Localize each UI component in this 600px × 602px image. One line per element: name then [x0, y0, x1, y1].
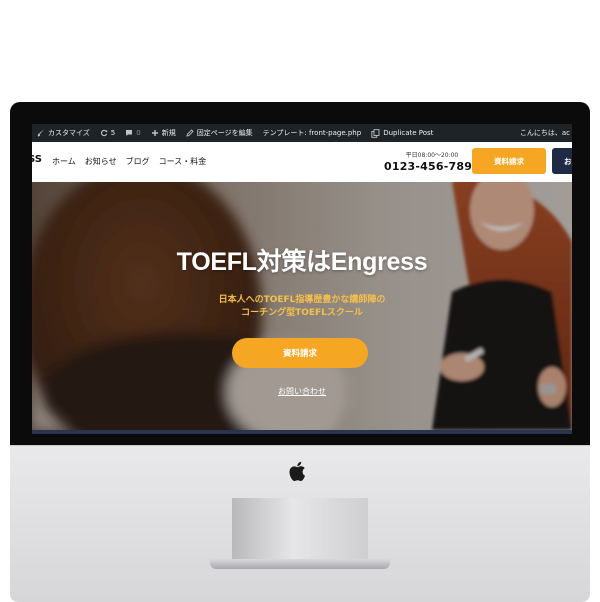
- hero-bottom-strip: [32, 430, 572, 434]
- admin-bar-duplicate-label: Duplicate Post: [383, 129, 434, 137]
- header-contact-button[interactable]: お: [552, 148, 572, 174]
- admin-bar-greeting: こんにちは、ac: [519, 129, 570, 137]
- admin-bar-customize[interactable]: カスタマイズ: [32, 124, 95, 142]
- nav-item-news[interactable]: お知らせ: [85, 156, 117, 167]
- hero-subtitle-line-1: 日本人へのTOEFL指導歴豊かな講師陣の: [218, 295, 386, 305]
- admin-bar-account[interactable]: こんにちは、ac: [520, 124, 572, 142]
- pencil-icon: [186, 129, 194, 137]
- nav-item-courses[interactable]: コース・料金: [159, 156, 207, 167]
- nav-item-blog[interactable]: ブログ: [126, 156, 150, 167]
- hero-contact-link[interactable]: お問い合わせ: [32, 386, 572, 397]
- header-contact: 平日08:00〜20:00 0123-456-7890: [384, 150, 480, 173]
- admin-bar-template-label: テンプレート: front-page.php: [262, 129, 362, 137]
- screen: カスタマイズ 5 0 新規 固定ページを編集 テンプレート: front-pag…: [32, 124, 572, 434]
- plus-icon: [151, 130, 158, 136]
- admin-bar-new[interactable]: 新規: [146, 124, 181, 142]
- hero-title: TOEFL対策はEngress: [176, 248, 428, 276]
- imac-stand-base: [210, 559, 390, 569]
- comments-count: 0: [136, 129, 141, 137]
- admin-bar-template[interactable]: テンプレート: front-page.php: [258, 124, 367, 142]
- global-nav: ホーム お知らせ ブログ コース・料金: [52, 156, 215, 167]
- admin-bar-new-label: 新規: [161, 129, 176, 137]
- hero-subtitle: 日本人へのTOEFL指導歴豊かな講師陣の コーチング型TOEFLスクール: [32, 294, 572, 320]
- site-logo[interactable]: SS: [32, 154, 42, 165]
- phone-number[interactable]: 0123-456-7890: [384, 160, 480, 173]
- hero-section: TOEFL対策はEngress 日本人へのTOEFL指導歴豊かな講師陣の コーチ…: [32, 182, 572, 430]
- admin-bar-comments[interactable]: 0: [120, 124, 145, 142]
- site-header: SS ホーム お知らせ ブログ コース・料金 平日08:00〜20:00 012…: [32, 142, 572, 182]
- hero-request-docs-button[interactable]: 資料請求: [232, 338, 368, 368]
- apple-logo-icon: [289, 461, 305, 482]
- nav-item-home[interactable]: ホーム: [52, 156, 76, 167]
- updates-count: 5: [110, 129, 116, 137]
- header-request-docs-button[interactable]: 資料請求: [472, 148, 546, 174]
- hero-subtitle-line-2: コーチング型TOEFLスクール: [241, 308, 363, 318]
- admin-bar-duplicate[interactable]: Duplicate Post: [366, 124, 438, 142]
- refresh-icon: [100, 129, 107, 137]
- business-hours: 平日08:00〜20:00: [405, 152, 459, 159]
- admin-bar-edit-page[interactable]: 固定ページを編集: [181, 124, 258, 142]
- duplicate-icon: [371, 128, 380, 138]
- admin-bar: カスタマイズ 5 0 新規 固定ページを編集 テンプレート: front-pag…: [32, 124, 572, 142]
- imac-stand: [232, 498, 368, 562]
- admin-bar-edit-page-label: 固定ページを編集: [196, 129, 253, 137]
- admin-bar-customize-label: カスタマイズ: [48, 129, 90, 137]
- brush-icon: [37, 129, 44, 137]
- comment-icon: [126, 130, 133, 136]
- admin-bar-updates[interactable]: 5: [95, 124, 120, 142]
